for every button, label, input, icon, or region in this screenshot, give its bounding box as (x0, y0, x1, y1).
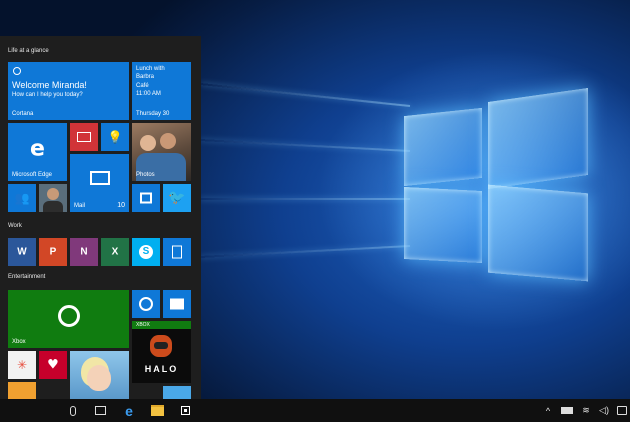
chevron-up-icon[interactable]: ^ (542, 399, 554, 422)
task-view-icon[interactable] (92, 399, 108, 422)
calendar-time: 11:00 AM (136, 91, 161, 97)
calendar-tile[interactable]: Lunch with Barbra Café 11:00 AM Thursday… (132, 62, 191, 120)
app-tile-blue[interactable] (163, 386, 191, 399)
light-beam (200, 245, 411, 258)
store-icon[interactable] (176, 399, 194, 422)
windows-logo-pane (404, 186, 482, 264)
mail-count: 10 (117, 202, 125, 209)
iheart-tile[interactable]: ♥ (39, 351, 67, 379)
disney-tile[interactable] (70, 351, 129, 399)
light-beam (200, 198, 410, 200)
file-explorer-icon[interactable] (148, 399, 166, 422)
mail-tile[interactable]: Mail 10 (70, 154, 129, 212)
light-beam (200, 139, 411, 152)
photo-person (140, 135, 156, 151)
edge-tile[interactable]: e Microsoft Edge (8, 123, 67, 181)
twitter-bird-icon: 🐦 (168, 190, 186, 206)
frozen-character (87, 365, 111, 391)
battery-icon[interactable] (560, 399, 574, 422)
xbox-label: Xbox (12, 339, 26, 345)
avatar (47, 188, 59, 200)
cortana-circle-icon (13, 67, 21, 75)
powerpoint-tile[interactable]: P (39, 238, 67, 266)
cortana-label: Cortana (12, 111, 34, 117)
mail-envelope-icon (89, 171, 110, 186)
group-label-entertainment: Entertainment (8, 274, 46, 280)
windows-logo-pane (404, 107, 482, 187)
start-menu: Life at a glance Welcome Miranda! How ca… (0, 36, 201, 399)
calendar-person: Barbra (136, 74, 155, 80)
clapper-icon (170, 298, 184, 310)
pinwheel-icon: ✳ (16, 358, 28, 372)
people-tile[interactable]: 👥 (8, 184, 36, 212)
tips-tile[interactable]: 💡 (101, 123, 129, 151)
edge-icon[interactable]: e (120, 399, 138, 422)
taskbar: e ^ ≋ ◁) (0, 399, 630, 422)
edge-icon: e (30, 136, 45, 162)
store-shape (180, 406, 190, 415)
news-tile[interactable] (70, 123, 98, 151)
news-icon (77, 132, 91, 142)
halo-visor (154, 342, 168, 349)
heart-icon: ♥ (47, 357, 59, 373)
xbox-game-tile[interactable]: XBOX HALO (132, 321, 191, 383)
volume-icon[interactable]: ◁) (598, 399, 610, 422)
skype-icon: S (139, 245, 153, 259)
groove-disc-icon (139, 297, 153, 311)
action-center-icon[interactable] (616, 399, 628, 422)
app-tile-white[interactable]: ✳ (8, 351, 36, 379)
photos-tile[interactable]: Photos (132, 123, 191, 181)
people-icon: 👥 (14, 191, 30, 205)
battery-shape (561, 407, 573, 414)
xbox-badge: XBOX (132, 321, 191, 329)
powerpoint-icon: P (49, 246, 57, 258)
word-icon: W (17, 246, 27, 258)
word-tile[interactable]: W (8, 238, 36, 266)
app-tile-orange[interactable] (8, 382, 36, 399)
cortana-tile[interactable]: Welcome Miranda! How can I help you toda… (8, 62, 129, 120)
xbox-logo-icon (57, 305, 80, 328)
mail-label: Mail (74, 203, 86, 209)
excel-tile[interactable]: X (101, 238, 129, 266)
folder-shape (150, 405, 164, 416)
task-view-shape (94, 406, 106, 415)
twitter-tile[interactable]: 🐦 (163, 184, 191, 212)
lightbulb-icon: 💡 (107, 130, 123, 144)
notification-shape (617, 406, 627, 415)
avatar-body (43, 201, 63, 212)
light-beam (201, 83, 411, 107)
windows-logo-pane (488, 184, 588, 282)
store-tile[interactable] (132, 184, 160, 212)
photos-label: Photos (136, 172, 155, 178)
calculator-icon (172, 245, 182, 259)
calculator-tile[interactable] (163, 238, 191, 266)
photo-person (160, 133, 176, 149)
edge-label: Microsoft Edge (12, 172, 53, 178)
calendar-place: Café (136, 83, 149, 89)
microphone-icon[interactable] (66, 399, 80, 422)
xbox-badge-label: XBOX (136, 322, 150, 328)
halo-title: HALO (144, 364, 179, 374)
contact-photo-tile[interactable] (39, 184, 67, 212)
onenote-tile[interactable]: N (70, 238, 98, 266)
cortana-subtext: How can I help you today? (12, 92, 83, 98)
calendar-day: Thursday 30 (136, 111, 170, 117)
skype-tile[interactable]: S (132, 238, 160, 266)
cortana-greeting: Welcome Miranda! (12, 80, 87, 90)
onenote-icon: N (80, 246, 88, 258)
excel-icon: X (111, 246, 119, 258)
wifi-icon[interactable]: ≋ (580, 399, 592, 422)
calendar-event: Lunch with (136, 66, 165, 72)
group-label-work: Work (8, 223, 22, 229)
groove-tile[interactable] (132, 290, 160, 318)
xbox-tile[interactable]: Xbox (8, 290, 129, 348)
windows-logo-pane (488, 87, 588, 190)
group-label-life: Life at a glance (8, 48, 49, 54)
movies-tile[interactable] (163, 290, 191, 318)
store-bag-icon (140, 192, 152, 204)
mic-shape (70, 405, 76, 416)
